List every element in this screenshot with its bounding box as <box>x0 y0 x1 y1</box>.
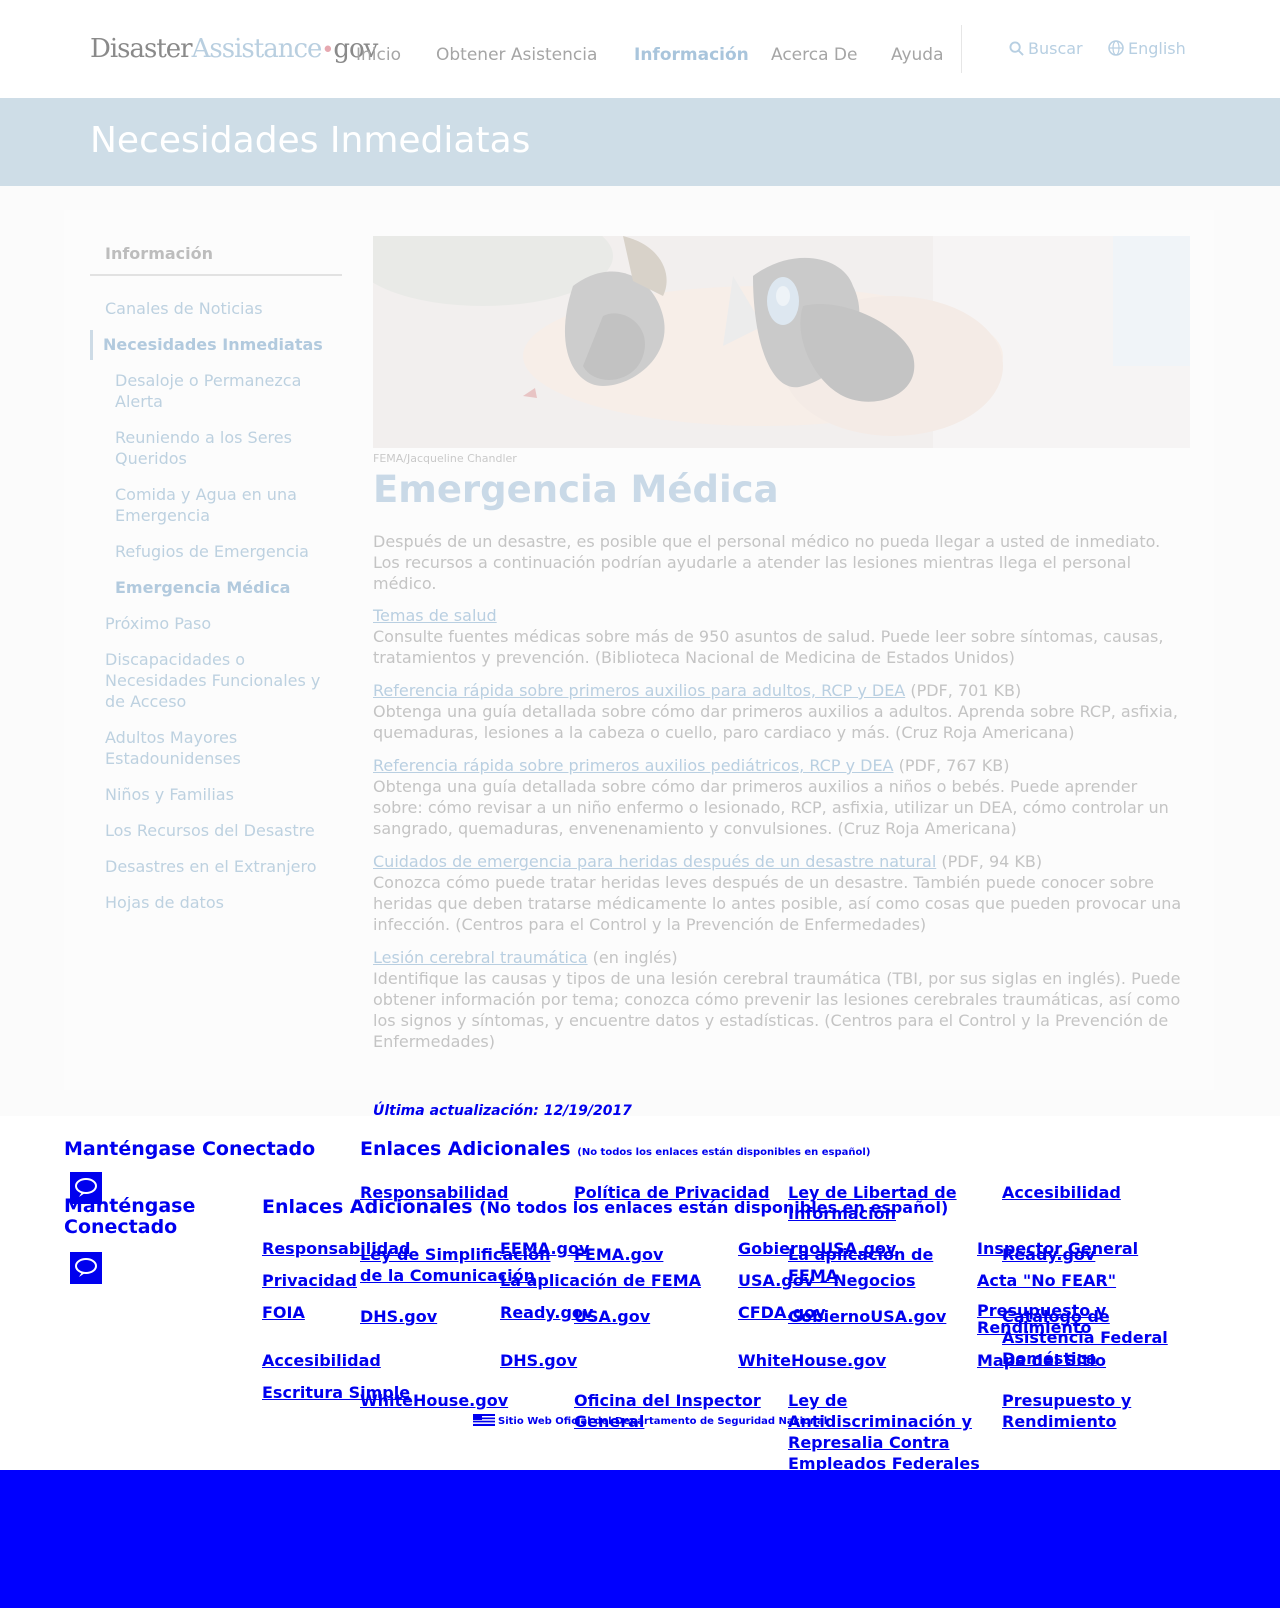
nav-informacion[interactable]: Información <box>634 45 749 65</box>
sidebar-item-emergencia-medica[interactable]: Emergencia Médica <box>115 577 330 598</box>
resource-meta: (en inglés) <box>587 948 678 967</box>
stay-connected-heading: Manténgase Conectado <box>64 1195 196 1238</box>
sidebar-item-adultos[interactable]: Adultos Mayores Estadounidenses <box>105 727 335 769</box>
page-banner: Necesidades Inmediatas <box>0 98 1280 186</box>
resource-description: Conozca cómo puede tratar heridas leves … <box>373 873 1182 934</box>
resource-item: Cuidados de emergencia para heridas desp… <box>373 851 1190 935</box>
article-title: Emergencia Médica <box>373 468 779 511</box>
resource-item: Lesión cerebral traumática (en inglés) I… <box>373 947 1190 1052</box>
footer-link[interactable]: Responsabilidad <box>360 1182 560 1203</box>
footer-link[interactable]: Responsabilidad <box>262 1238 410 1259</box>
footer-link[interactable]: Presupuesto y Rendimiento <box>1002 1390 1202 1432</box>
resource-meta: (PDF, 94 KB) <box>936 852 1043 871</box>
site-logo[interactable]: DisasterAssistance•gov <box>90 34 378 64</box>
chat-icon[interactable] <box>70 1252 102 1284</box>
sidebar-item-canales[interactable]: Canales de Noticias <box>105 298 335 319</box>
language-button[interactable]: English <box>1108 39 1186 58</box>
additional-links-heading: Enlaces Adicionales (No todos los enlace… <box>360 1138 871 1160</box>
footer-link[interactable]: Ley de Antidiscriminación y Represalia C… <box>788 1390 988 1474</box>
resource-meta: (PDF, 767 KB) <box>893 756 1010 775</box>
sidebar-item-hojas[interactable]: Hojas de datos <box>105 892 335 913</box>
site-header: DisasterAssistance•gov Inicio Obtener As… <box>0 0 1280 98</box>
footer-link[interactable]: WhiteHouse.gov <box>738 1350 886 1371</box>
stay-connected-heading: Manténgase Conectado <box>64 1138 316 1160</box>
article-intro: Después de un desastre, es posible que e… <box>373 532 1161 593</box>
footer-link[interactable]: FOIA <box>262 1302 305 1323</box>
resource-item: Temas de salud Consulte fuentes médicas … <box>373 605 1190 668</box>
page-title: Necesidades Inmediatas <box>90 120 531 161</box>
resource-item: Referencia rápida sobre primeros auxilio… <box>373 755 1190 839</box>
search-icon <box>1009 41 1024 56</box>
footer-link[interactable]: Ley de Libertad de Información <box>788 1182 988 1224</box>
footer-link[interactable]: La aplicación de FEMA <box>500 1270 720 1291</box>
sidebar-item-proximo[interactable]: Próximo Paso <box>105 613 335 634</box>
resource-item: Referencia rápida sobre primeros auxilio… <box>373 680 1190 743</box>
footer-link[interactable]: Presupuesto y Rendimiento <box>977 1302 1127 1336</box>
nav-acerca-de[interactable]: Acerca De <box>771 45 857 65</box>
sidebar-item-refugios[interactable]: Refugios de Emergencia <box>115 541 330 562</box>
footer-link[interactable]: Privacidad <box>262 1270 357 1291</box>
footer-link[interactable]: GobiernoUSA.gov <box>738 1238 896 1259</box>
globe-icon <box>1108 40 1124 56</box>
sidebar-active-marker <box>90 330 93 360</box>
resource-link[interactable]: Temas de salud <box>373 606 497 625</box>
resource-link[interactable]: Cuidados de emergencia para heridas desp… <box>373 852 936 871</box>
footer-link[interactable]: DHS.gov <box>500 1350 577 1371</box>
sidebar-item-reuniendo[interactable]: Reuniendo a los Seres Queridos <box>115 427 330 469</box>
photo-credit: FEMA/Jacqueline Chandler <box>373 452 517 465</box>
footer-link[interactable]: Accesibilidad <box>262 1350 381 1371</box>
footer-link[interactable]: FEMA.gov <box>500 1238 589 1259</box>
nav-obtener-asistencia[interactable]: Obtener Asistencia <box>436 45 597 65</box>
resource-description: Obtenga una guía detallada sobre cómo da… <box>373 702 1178 742</box>
search-button[interactable]: Buscar <box>1009 39 1083 58</box>
last-updated: Última actualización: 12/19/2017 <box>373 1103 632 1119</box>
official-site-notice: Sitio Web Oficial del Departamento de Se… <box>473 1414 827 1427</box>
resource-description: Obtenga una guía detallada sobre cómo da… <box>373 777 1169 838</box>
nav-divider <box>961 25 962 73</box>
sidebar-item-recursos[interactable]: Los Recursos del Desastre <box>105 820 335 841</box>
sidebar-item-comida[interactable]: Comida y Agua en una Emergencia <box>115 484 330 526</box>
resource-link[interactable]: Referencia rápida sobre primeros auxilio… <box>373 681 905 700</box>
resource-link[interactable]: Lesión cerebral traumática <box>373 948 588 967</box>
sidebar-divider <box>90 274 342 276</box>
footer-link[interactable]: CFDA.gov <box>738 1302 826 1323</box>
footer-link[interactable]: Accesibilidad <box>1002 1182 1202 1203</box>
nav-ayuda[interactable]: Ayuda <box>891 45 944 65</box>
footer-link[interactable]: Escritura Simple <box>262 1382 410 1403</box>
footer-link[interactable]: Inspector General <box>977 1238 1138 1259</box>
sidebar-item-ninos[interactable]: Niños y Familias <box>105 784 335 805</box>
hero-image <box>373 236 1190 448</box>
footer-link[interactable]: Acta "No FEAR" <box>977 1270 1116 1291</box>
resource-link[interactable]: Referencia rápida sobre primeros auxilio… <box>373 756 894 775</box>
footer-link[interactable]: Ready.gov <box>500 1302 593 1323</box>
us-flag-icon <box>473 1414 495 1426</box>
sidebar-item-necesidades[interactable]: Necesidades Inmediatas <box>103 334 333 355</box>
resource-description: Consulte fuentes médicas sobre más de 95… <box>373 627 1164 667</box>
sidebar-heading: Información <box>105 244 214 263</box>
footer-link[interactable]: Política de Privacidad <box>574 1182 774 1203</box>
footer-link[interactable]: Mapa del Sitio <box>977 1350 1106 1371</box>
sidebar-item-desaloje[interactable]: Desaloje o Permanezca Alerta <box>115 370 330 412</box>
sidebar-item-discapacidades[interactable]: Discapacidades o Necesidades Funcionales… <box>105 649 335 712</box>
sidebar-item-extranjero[interactable]: Desastres en el Extranjero <box>105 856 335 877</box>
footer-link[interactable]: USA.gov – Negocios <box>738 1270 915 1291</box>
resource-meta: (PDF, 701 KB) <box>905 681 1022 700</box>
nav-inicio[interactable]: Inicio <box>356 45 401 65</box>
resource-description: Identifique las causas y tipos de una le… <box>373 969 1181 1051</box>
footer-bar <box>0 1470 1280 1608</box>
